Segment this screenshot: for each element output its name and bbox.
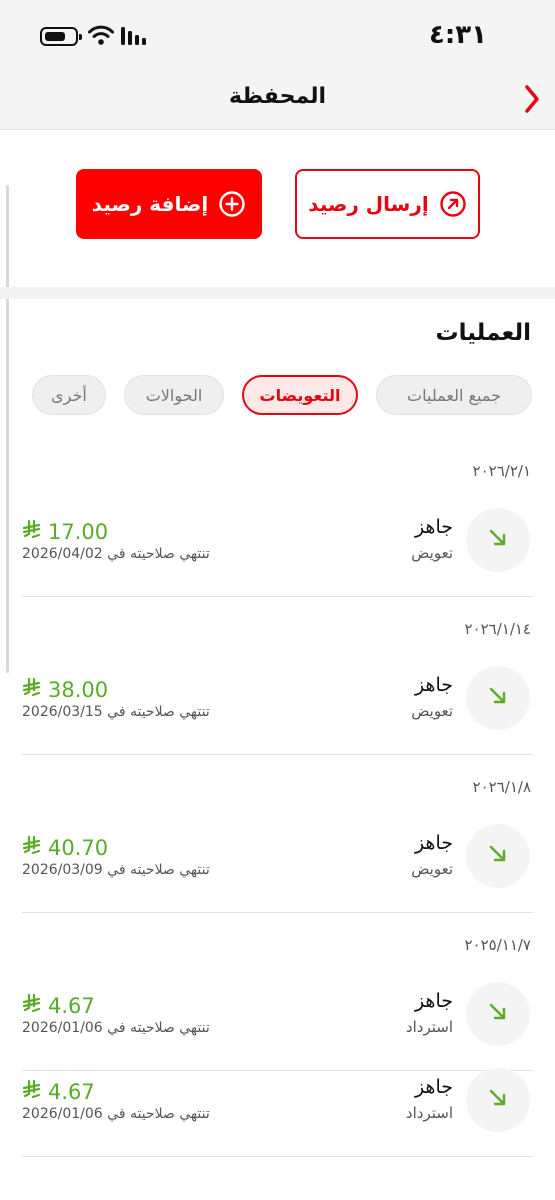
transaction-status: جاهز — [414, 1076, 453, 1098]
transaction-amount: 17.00 — [22, 519, 108, 544]
chevron-right-icon[interactable] — [523, 84, 541, 114]
transaction-expiry: تنتهي صلاحيته في 2026/03/15 — [22, 704, 210, 720]
riyal-icon — [22, 519, 42, 544]
transaction-amount-value: 4.67 — [48, 1079, 95, 1104]
transaction-type: استرداد — [405, 1104, 453, 1122]
transaction-icon — [466, 982, 530, 1046]
transaction-expiry: تنتهي صلاحيته في 2026/04/02 — [22, 546, 210, 562]
arrow-down-right-icon — [487, 1001, 509, 1027]
page-title: المحفظة — [228, 84, 326, 109]
transaction-icon — [466, 1068, 530, 1132]
transaction-type: استرداد — [405, 1018, 453, 1036]
row-divider — [22, 596, 533, 597]
transaction-date: ٢٠٢٦/١/١٤ — [464, 620, 531, 638]
section-separator — [0, 287, 555, 299]
send-balance-button[interactable]: إرسال رصيد — [295, 169, 480, 239]
row-divider — [22, 1070, 533, 1071]
riyal-icon — [22, 993, 42, 1018]
transaction-expiry: تنتهي صلاحيته في 2026/03/09 — [22, 862, 210, 878]
add-balance-button[interactable]: إضافة رصيد — [76, 169, 262, 239]
arrow-down-right-icon — [487, 527, 509, 553]
transaction-date: ٢٠٢٦/٢/١ — [472, 462, 531, 480]
transaction-expiry: تنتهي صلاحيته في 2026/01/06 — [22, 1020, 210, 1036]
transactions-title: العمليات — [435, 320, 531, 346]
arrow-down-right-icon — [487, 843, 509, 869]
status-bar: ٤:٣١ — [0, 0, 555, 70]
scrollbar[interactable] — [6, 185, 9, 673]
transaction-icon — [466, 824, 530, 888]
transaction-amount: 4.67 — [22, 993, 95, 1018]
row-divider — [22, 1156, 533, 1157]
transaction-amount: 4.67 — [22, 1079, 95, 1104]
transaction-expiry: تنتهي صلاحيته في 2026/01/06 — [22, 1106, 210, 1122]
arrow-up-right-circle-icon — [440, 191, 466, 217]
transaction-date: ٢٠٢٦/١/٨ — [472, 778, 531, 796]
transaction-type: تعويض — [411, 860, 453, 878]
filter-chip-other[interactable]: أخرى — [32, 375, 106, 415]
plus-circle-icon — [219, 191, 245, 217]
filter-chip-all[interactable]: جميع العمليات — [376, 375, 532, 415]
transaction-icon — [466, 508, 530, 572]
transaction-amount-value: 40.70 — [48, 835, 109, 860]
wifi-icon — [88, 25, 114, 45]
arrow-down-right-icon — [487, 685, 509, 711]
transaction-status: جاهز — [414, 674, 453, 696]
transaction-date: ٢٠٢٥/١١/٧ — [464, 936, 531, 954]
signal-icon — [121, 27, 146, 45]
transaction-amount-value: 38.00 — [48, 677, 109, 702]
row-divider — [22, 754, 533, 755]
riyal-icon — [22, 835, 42, 860]
transaction-amount: 40.70 — [22, 835, 108, 860]
filter-chip-compensations[interactable]: التعويضات — [242, 375, 358, 415]
navigation-header: المحفظة — [0, 70, 555, 130]
row-divider — [22, 912, 533, 913]
transaction-status: جاهز — [414, 516, 453, 538]
riyal-icon — [22, 1079, 42, 1104]
transaction-amount-value: 17.00 — [48, 519, 109, 544]
add-balance-label: إضافة رصيد — [91, 192, 209, 216]
transaction-amount: 38.00 — [22, 677, 108, 702]
transaction-status: جاهز — [414, 990, 453, 1012]
send-balance-label: إرسال رصيد — [308, 192, 429, 216]
transaction-status: جاهز — [414, 832, 453, 854]
filter-chip-transfers[interactable]: الحوالات — [124, 375, 224, 415]
transaction-amount-value: 4.67 — [48, 993, 95, 1018]
transaction-type: تعويض — [411, 702, 453, 720]
riyal-icon — [22, 677, 42, 702]
arrow-down-right-icon — [487, 1087, 509, 1113]
transaction-icon — [466, 666, 530, 730]
battery-icon — [40, 27, 82, 46]
transaction-type: تعويض — [411, 544, 453, 562]
status-time: ٤:٣١ — [428, 20, 487, 50]
